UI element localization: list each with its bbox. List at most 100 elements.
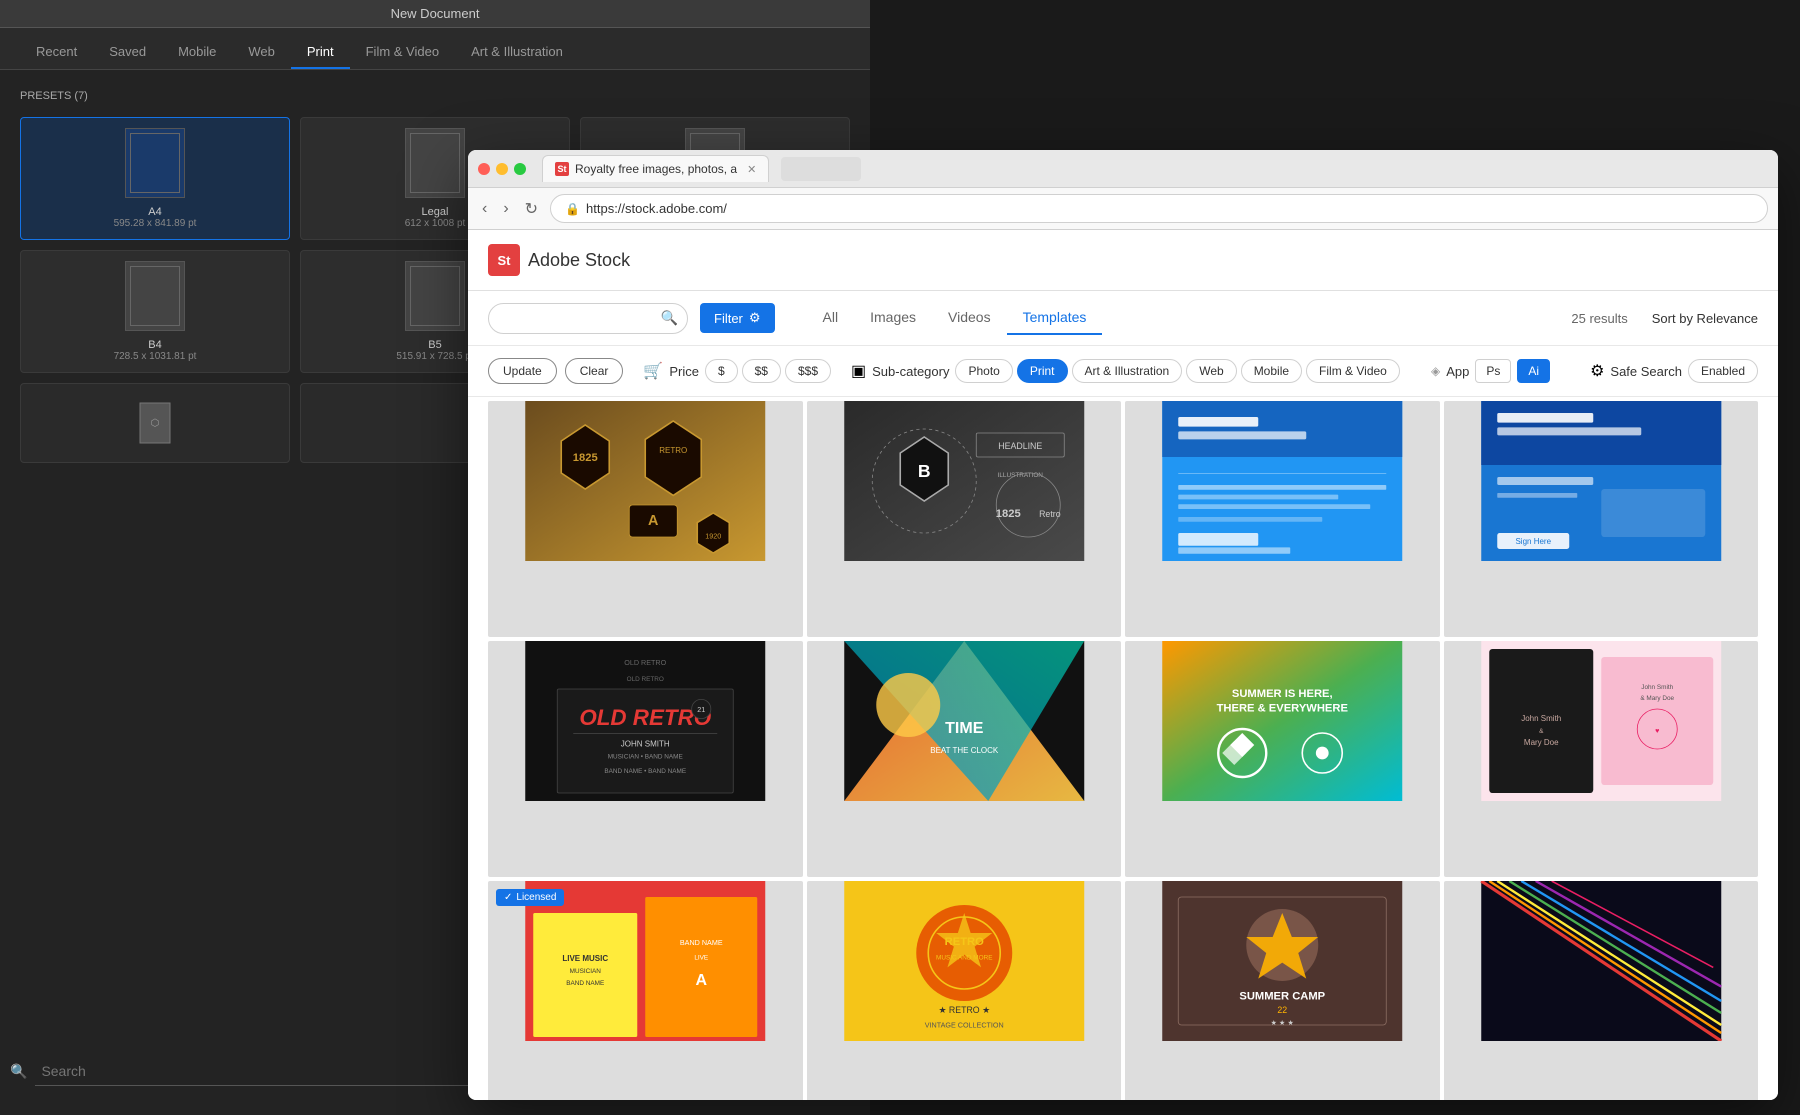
preset-a4-name: A4 (31, 206, 279, 218)
tab-filmvideo[interactable]: Film & Video (350, 36, 455, 69)
gear-icon: ⚙ (1590, 361, 1604, 381)
svg-text:B: B (917, 461, 930, 481)
svg-text:SUMMER IS HERE,: SUMMER IS HERE, (1232, 688, 1333, 700)
preset-a4-thumb (125, 128, 185, 198)
template-7[interactable]: SUMMER IS HERE, THERE & EVERYWHERE (1125, 641, 1440, 877)
svg-text:1825: 1825 (573, 452, 598, 464)
search-wrapper: 🔍 (488, 303, 688, 334)
svg-text:⬡: ⬡ (151, 418, 160, 429)
svg-text:John Smith: John Smith (1641, 684, 1673, 691)
svg-text:★ RETRO ★: ★ RETRO ★ (938, 1005, 990, 1015)
forward-button[interactable]: › (499, 196, 512, 222)
svg-text:BAND NAME • BAND NAME: BAND NAME • BAND NAME (604, 768, 686, 775)
browser-titlebar: St Royalty free images, photos, a ✕ (468, 150, 1778, 188)
cat-artillustration[interactable]: Art & Illustration (1072, 359, 1183, 383)
adobe-stock-logo: St Adobe Stock (488, 244, 630, 276)
image-grid: 1825 RETRO A 1920 B HEADLINE (468, 397, 1778, 1100)
preset-a4[interactable]: A4 595.28 x 841.89 pt (20, 117, 290, 240)
tab-print[interactable]: Print (291, 36, 350, 69)
svg-text:Retro: Retro (1039, 509, 1061, 519)
app-ps[interactable]: Ps (1475, 359, 1511, 383)
filter-button[interactable]: Filter ⚙ (700, 303, 775, 333)
new-tab-placeholder[interactable] (781, 157, 861, 181)
price-chip-1[interactable]: $ (705, 359, 738, 383)
address-bar-container: ‹ › ↻ 🔒 https://stock.adobe.com/ (468, 188, 1778, 230)
subcategory-icon: ▣ (851, 361, 866, 381)
ps-search-icon: 🔍 (10, 1063, 27, 1080)
tab-all[interactable]: All (807, 301, 855, 335)
template-2[interactable]: B HEADLINE ILLUSTRATION 1825 Retro (807, 401, 1122, 637)
cat-print[interactable]: Print (1017, 359, 1068, 383)
template-3[interactable] (1125, 401, 1440, 637)
ps-bottom-1: ⬡ (20, 383, 290, 463)
update-clear-group: Update Clear (488, 358, 623, 384)
template-12[interactable] (1444, 881, 1759, 1100)
app-ai[interactable]: Ai (1517, 359, 1550, 383)
svg-text:1825: 1825 (995, 508, 1020, 520)
template-5[interactable]: OLD RETRO OLD RETRO OLD RETRO JOHN SMITH… (488, 641, 803, 877)
svg-text:OLD RETRO: OLD RETRO (627, 676, 664, 683)
address-bar[interactable]: 🔒 https://stock.adobe.com/ (550, 194, 1768, 223)
svg-text:TIME: TIME (945, 720, 984, 737)
svg-text:LIVE: LIVE (694, 954, 708, 961)
sort-button[interactable]: Sort by Relevance (1652, 311, 1758, 326)
svg-text:BEAT THE CLOCK: BEAT THE CLOCK (930, 746, 999, 755)
stock-header: St Adobe Stock (468, 230, 1778, 291)
refresh-button[interactable]: ↻ (521, 195, 542, 223)
template-1[interactable]: 1825 RETRO A 1920 (488, 401, 803, 637)
template-9[interactable]: LIVE MUSIC MUSICIAN BAND NAME BAND NAME … (488, 881, 803, 1100)
stock-search-input[interactable] (488, 303, 688, 334)
safe-section: ⚙ Safe Search Enabled (1590, 359, 1758, 383)
maximize-button[interactable] (514, 163, 526, 175)
price-chip-2[interactable]: $$ (742, 359, 781, 383)
template-6[interactable]: TIME BEAT THE CLOCK (807, 641, 1122, 877)
safe-enabled[interactable]: Enabled (1688, 359, 1758, 383)
cat-web[interactable]: Web (1186, 359, 1236, 383)
tab-close-icon[interactable]: ✕ (747, 163, 756, 176)
cat-mobile[interactable]: Mobile (1241, 359, 1302, 383)
tab-mobile[interactable]: Mobile (162, 36, 232, 69)
template-11[interactable]: SUMMER CAMP 22 ★ ★ ★ (1125, 881, 1440, 1100)
minimize-button[interactable] (496, 163, 508, 175)
price-chip-3[interactable]: $$$ (785, 359, 831, 383)
update-button[interactable]: Update (488, 358, 557, 384)
back-button[interactable]: ‹ (478, 196, 491, 222)
stock-search-row: 🔍 Filter ⚙ All Images Videos Templates 2… (468, 291, 1778, 346)
licensed-text: Licensed (516, 892, 556, 903)
tab-web[interactable]: Web (232, 36, 291, 69)
svg-text:Sign Here: Sign Here (1515, 537, 1551, 546)
preset-b4[interactable]: B4 728.5 x 1031.81 pt (20, 250, 290, 373)
svg-text:SUMMER CAMP: SUMMER CAMP (1239, 990, 1325, 1002)
subcategory-label: Sub-category (872, 364, 949, 379)
cat-photo[interactable]: Photo (955, 359, 1012, 383)
tab-images[interactable]: Images (854, 301, 932, 335)
svg-text:OLD RETRO: OLD RETRO (624, 658, 666, 667)
svg-text:VINTAGE COLLECTION: VINTAGE COLLECTION (924, 1020, 1003, 1029)
tab-videos[interactable]: Videos (932, 301, 1007, 335)
tab-recent[interactable]: Recent (20, 36, 93, 69)
tab-saved[interactable]: Saved (93, 36, 162, 69)
close-button[interactable] (478, 163, 490, 175)
tab-favicon: St (555, 162, 569, 176)
search-magnifier-icon: 🔍 (661, 310, 678, 327)
tab-artillustration[interactable]: Art & Illustration (455, 36, 579, 69)
svg-text:♥: ♥ (1655, 726, 1659, 735)
svg-text:MUSICIAN • BAND NAME: MUSICIAN • BAND NAME (608, 753, 683, 760)
safe-label: Safe Search (1610, 364, 1682, 379)
stock-content: St Adobe Stock 🔍 Filter ⚙ All Images Vid… (468, 230, 1778, 1100)
filter-label: Filter (714, 311, 743, 326)
svg-text:& Mary Doe: & Mary Doe (1640, 695, 1674, 702)
browser-tab[interactable]: St Royalty free images, photos, a ✕ (542, 155, 769, 182)
template-4[interactable]: Sign Here (1444, 401, 1759, 637)
svg-text:&: & (1539, 728, 1544, 735)
tab-templates[interactable]: Templates (1007, 301, 1103, 335)
stock-nav-tabs: All Images Videos Templates (807, 301, 1103, 335)
template-8[interactable]: John Smith & Mary Doe John Smith & Mary … (1444, 641, 1759, 877)
clear-button[interactable]: Clear (565, 358, 624, 384)
svg-text:THERE & EVERYWHERE: THERE & EVERYWHERE (1217, 702, 1349, 714)
cat-filmvideo[interactable]: Film & Video (1306, 359, 1400, 383)
filter-row: Update Clear 🛒 Price $ $$ $$$ ▣ Sub-cate… (468, 346, 1778, 397)
tab-icon-text: St (558, 164, 567, 174)
ps-titlebar: New Document (0, 0, 870, 28)
template-10[interactable]: RETRO MUSIC AND MORE ★ RETRO ★ VINTAGE C… (807, 881, 1122, 1100)
